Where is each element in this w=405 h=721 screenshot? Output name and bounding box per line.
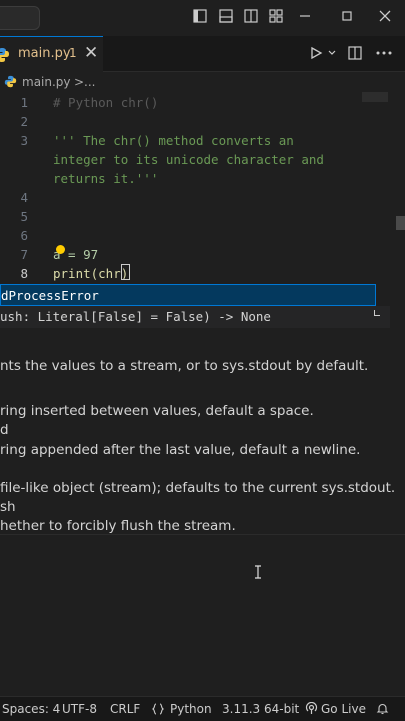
suggestion-item[interactable]: dProcessError: [0, 284, 376, 306]
suggestion-label: dProcessError: [1, 288, 99, 303]
line-number: 5: [20, 209, 28, 224]
run-icon[interactable]: [309, 46, 323, 60]
minimize-icon[interactable]: [298, 9, 312, 23]
doc-line: hether to forcibly flush the stream.: [0, 518, 236, 534]
line-number: 1: [20, 95, 28, 110]
status-golive[interactable]: Go Live: [321, 702, 366, 716]
code-editor[interactable]: 1 # Python chr() 2 3 ''' The chr() metho…: [0, 92, 405, 284]
text-cursor: [121, 264, 130, 280]
status-bar: Spaces: 4 UTF-8 CRLF Python 3.11.3 64-bi…: [0, 696, 405, 721]
chevron-down-icon[interactable]: [328, 50, 336, 56]
code-line: ''' The chr() method converts an: [53, 133, 294, 148]
documentation-panel: nts the values to a stream, or to sys.st…: [0, 348, 405, 534]
status-language[interactable]: Python: [170, 702, 212, 716]
status-eol[interactable]: CRLF: [110, 702, 140, 716]
split-editor-icon[interactable]: [348, 46, 362, 60]
title-bar: [0, 0, 405, 36]
line-number: 2: [20, 114, 28, 129]
breadcrumb-more[interactable]: ...: [84, 75, 95, 89]
line-number: 7: [20, 247, 28, 262]
lightbulb-icon[interactable]: [56, 245, 65, 254]
text-cursor-icon: [255, 565, 261, 579]
doc-line: ring inserted between values, default a …: [0, 403, 314, 419]
doc-line: d: [0, 422, 9, 438]
broadcast-icon: [305, 702, 318, 714]
layout-secondary-icon[interactable]: [244, 9, 258, 23]
restore-icon[interactable]: [340, 9, 354, 23]
status-indentation[interactable]: Spaces: 4: [2, 702, 60, 716]
bell-icon[interactable]: [376, 702, 389, 715]
doc-line: ring appended after the last value, defa…: [0, 442, 361, 458]
editor-tab-bar: main.py 1 ✕: [0, 36, 405, 72]
tab-main-py[interactable]: main.py 1 ✕: [0, 36, 103, 72]
line-number: 8: [20, 266, 28, 281]
signature-help: ush: Literal[False] = False) -> None: [0, 306, 390, 328]
code-line: returns it.''': [53, 171, 159, 186]
braces-icon[interactable]: [152, 703, 164, 715]
tab-close-button[interactable]: ✕: [84, 43, 98, 63]
customize-layout-icon[interactable]: [269, 9, 283, 23]
tab-filename: main.py: [18, 46, 71, 61]
layout-sidebar-icon[interactable]: [193, 9, 207, 23]
signature-text: ush: Literal[False] = False) -> None: [0, 309, 271, 324]
breadcrumb-file[interactable]: main.py: [22, 75, 71, 89]
doc-line: nts the values to a stream, or to sys.st…: [0, 358, 369, 374]
code-line: print(chr): [53, 266, 129, 281]
status-encoding[interactable]: UTF-8: [62, 702, 97, 716]
line-number: 6: [20, 228, 28, 243]
resize-handle[interactable]: [374, 310, 380, 316]
status-interpreter[interactable]: 3.11.3 64-bit: [222, 702, 299, 716]
line-number: 4: [20, 190, 28, 205]
doc-line: sh: [0, 499, 16, 515]
problem-count-badge: 1: [69, 46, 77, 60]
python-file-icon: [0, 48, 9, 62]
code-line: integer to its unicode character and: [53, 152, 324, 167]
breadcrumb-separator: >: [74, 75, 85, 89]
doc-line: file-like object (stream); defaults to t…: [0, 480, 396, 496]
minimap[interactable]: [362, 92, 388, 102]
editor-empty-area[interactable]: [0, 534, 405, 697]
close-icon[interactable]: [378, 9, 392, 23]
line-number: 3: [20, 133, 28, 148]
scrollbar[interactable]: [396, 216, 405, 230]
command-center[interactable]: [0, 6, 40, 30]
layout-panel-icon[interactable]: [219, 9, 233, 23]
python-file-icon: [4, 75, 17, 88]
more-icon[interactable]: [376, 51, 392, 55]
breadcrumb: main.py > ...: [0, 72, 405, 92]
code-line: # Python chr(): [53, 95, 159, 110]
